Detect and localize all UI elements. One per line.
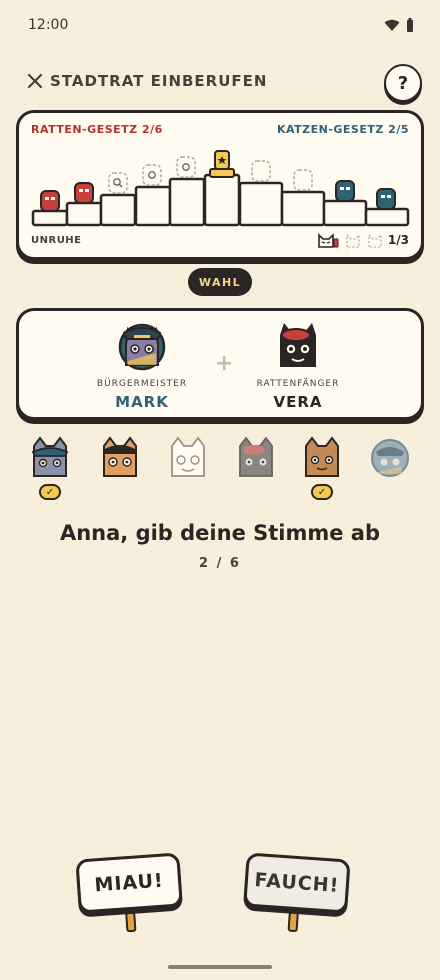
voter[interactable] bbox=[234, 436, 278, 502]
track-step bbox=[322, 199, 368, 227]
close-icon[interactable] bbox=[24, 70, 46, 92]
unrest-label: UNRUHE bbox=[31, 235, 82, 246]
president-avatar-icon bbox=[118, 323, 166, 371]
voted-check-icon: ✓ bbox=[311, 484, 333, 500]
unrest-empty-icon bbox=[346, 233, 360, 248]
track-step bbox=[134, 185, 172, 227]
voted-check-icon: ✓ bbox=[39, 484, 61, 500]
chancellor-name: VERA bbox=[273, 393, 323, 411]
voter[interactable] bbox=[98, 436, 142, 502]
voter[interactable] bbox=[166, 436, 210, 502]
president-slot: BÜRGERMEISTER MARK bbox=[67, 321, 217, 411]
unrest-empty-icon bbox=[368, 233, 382, 248]
vote-yes-label: MIAU! bbox=[93, 869, 165, 897]
cat-blue-cap-icon bbox=[31, 436, 69, 477]
track-step bbox=[238, 181, 284, 227]
status-time: 12:00 bbox=[28, 17, 69, 33]
cat-brown-icon bbox=[305, 436, 339, 477]
sign-stick bbox=[125, 911, 137, 933]
angry-cat-icon bbox=[318, 233, 339, 248]
status-bar: 12:00 bbox=[0, 0, 440, 52]
government-card: BÜRGERMEISTER MARK + RATTENFÄNGER VERA bbox=[16, 308, 424, 420]
phase-label: WAHL bbox=[198, 275, 242, 289]
status-icons bbox=[384, 18, 414, 32]
vote-prompt: Anna, gib deine Stimme ab bbox=[59, 521, 381, 545]
vote-no-label: FAUCH! bbox=[253, 869, 340, 897]
help-label: ? bbox=[397, 72, 409, 94]
peek-icon bbox=[148, 171, 156, 179]
chancellor-slot: RATTENFÄNGER VERA bbox=[223, 321, 373, 411]
investigate-icon bbox=[113, 178, 121, 186]
track-step bbox=[31, 209, 69, 227]
cat-orange-cap-icon bbox=[103, 436, 137, 477]
peek-icon bbox=[182, 163, 190, 171]
vote-no-button[interactable]: FAUCH! bbox=[241, 852, 351, 939]
unrest-tracker bbox=[317, 231, 383, 249]
law-track-panel: RATTEN-GESETZ 2/6 KATZEN-GESETZ 2/5 UNRU… bbox=[16, 110, 424, 260]
president-role: BÜRGERMEISTER bbox=[96, 379, 188, 389]
sign-stick bbox=[287, 911, 299, 933]
cat-gray-beret-icon bbox=[239, 436, 273, 477]
track-step bbox=[99, 193, 137, 227]
page-title: STADTRAT EINBERUFEN bbox=[50, 72, 268, 90]
voters-row: ✓ ✓ bbox=[0, 436, 440, 506]
president-name: MARK bbox=[115, 393, 169, 411]
wifi-icon bbox=[384, 19, 400, 31]
cat-navy-hat-icon bbox=[371, 439, 409, 477]
vote-progress: 2 / 6 bbox=[199, 556, 241, 571]
help-button[interactable]: ? bbox=[384, 64, 422, 102]
cat-white-outline-icon bbox=[171, 436, 205, 477]
vote-yes-sign: MIAU! bbox=[75, 852, 183, 914]
track-step bbox=[364, 207, 410, 227]
track-step bbox=[280, 190, 326, 227]
home-indicator[interactable] bbox=[168, 965, 272, 969]
vote-yes-button[interactable]: MIAU! bbox=[75, 852, 184, 939]
voter[interactable] bbox=[368, 436, 412, 502]
chancellor-avatar-icon bbox=[280, 323, 316, 367]
track-step bbox=[168, 177, 206, 227]
voter[interactable]: ✓ bbox=[300, 436, 344, 502]
trophy-icon bbox=[209, 150, 235, 178]
top-bar: STADTRAT EINBERUFEN ? bbox=[0, 62, 440, 102]
vote-no-sign: FAUCH! bbox=[243, 852, 351, 914]
phase-badge: WAHL bbox=[188, 268, 252, 296]
track-step-center bbox=[203, 173, 241, 227]
voter[interactable]: ✓ bbox=[28, 436, 72, 502]
battery-icon bbox=[407, 18, 413, 32]
chancellor-role: RATTENFÄNGER bbox=[256, 379, 340, 389]
track-step bbox=[65, 201, 103, 227]
unrest-count: 1/3 bbox=[387, 233, 409, 247]
